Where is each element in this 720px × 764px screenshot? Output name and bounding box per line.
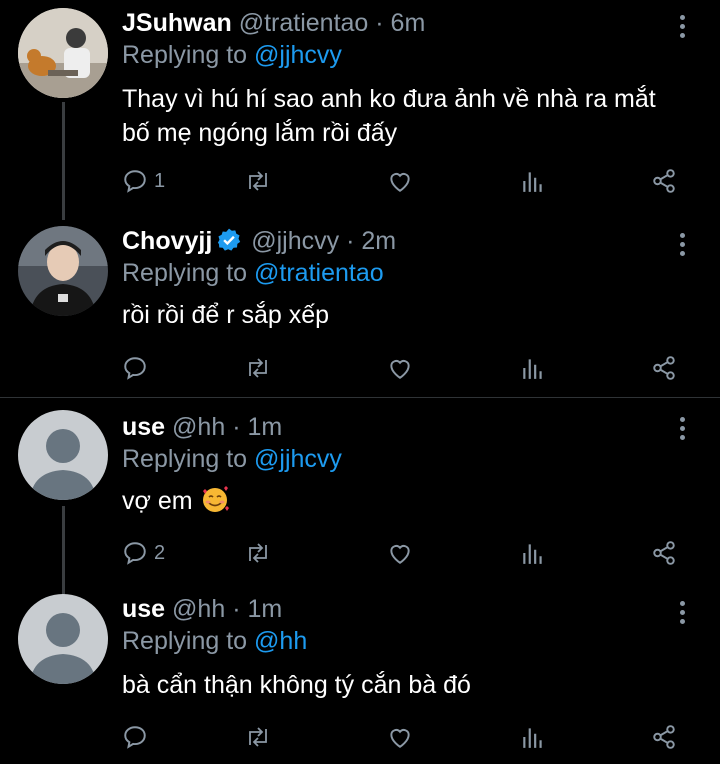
stats-button[interactable] bbox=[520, 164, 546, 198]
more-vertical-icon[interactable] bbox=[674, 230, 692, 260]
retweet-button[interactable] bbox=[244, 164, 272, 198]
stats-icon bbox=[523, 728, 542, 748]
reply-icon bbox=[124, 542, 146, 565]
retweet-button[interactable] bbox=[244, 536, 272, 570]
tweet-actions: 1 bbox=[122, 164, 682, 198]
stats-button[interactable] bbox=[520, 351, 546, 385]
replying-to: Replying to @hh bbox=[122, 627, 308, 655]
tweet[interactable]: Chovyjj @jjhcvy · 2m Replying to @tratie… bbox=[0, 218, 720, 396]
tweet-actions bbox=[122, 720, 682, 754]
heart-icon bbox=[390, 729, 410, 748]
timestamp[interactable]: · 2m bbox=[346, 227, 396, 255]
verified-badge-icon bbox=[218, 228, 241, 251]
display-name[interactable]: Chovyjj bbox=[122, 227, 212, 255]
tweet[interactable]: use @hh · 1m Replying to @jjhcvy vợ em 2 bbox=[0, 402, 720, 582]
tweet[interactable]: JSuhwan @tratientao · 6m Replying to @jj… bbox=[0, 0, 720, 210]
share-button[interactable] bbox=[650, 351, 678, 385]
share-icon bbox=[653, 725, 675, 749]
retweet-button[interactable] bbox=[244, 720, 272, 754]
retweet-icon bbox=[249, 727, 267, 747]
timestamp[interactable]: · 6m bbox=[375, 9, 425, 37]
tweet-text: rồi rồi để r sắp xếp bbox=[122, 301, 330, 329]
username[interactable]: @tratientao bbox=[239, 9, 369, 37]
reply-to-link[interactable]: @hh bbox=[254, 627, 307, 655]
tweet-actions bbox=[122, 351, 682, 385]
heart-icon bbox=[390, 360, 410, 379]
stats-icon bbox=[523, 359, 542, 379]
avatar[interactable] bbox=[18, 226, 108, 316]
reply-button[interactable]: 2 bbox=[122, 536, 165, 570]
username[interactable]: @jjhcvy bbox=[251, 227, 339, 255]
share-icon bbox=[653, 541, 675, 565]
reply-button[interactable]: 1 bbox=[122, 164, 165, 198]
username[interactable]: @hh bbox=[172, 595, 225, 623]
reply-icon bbox=[124, 357, 146, 380]
like-button[interactable] bbox=[386, 351, 414, 385]
more-vertical-icon[interactable] bbox=[674, 414, 692, 444]
retweet-icon bbox=[249, 358, 267, 378]
username[interactable]: @hh bbox=[172, 413, 225, 441]
display-name[interactable]: JSuhwan bbox=[122, 9, 232, 37]
avatar[interactable] bbox=[18, 594, 108, 684]
replying-to: Replying to @jjhcvy bbox=[122, 445, 342, 473]
share-icon bbox=[653, 169, 675, 193]
share-icon bbox=[653, 356, 675, 380]
reply-to-link[interactable]: @jjhcvy bbox=[254, 41, 342, 69]
tweet-text: vợ em bbox=[122, 484, 230, 518]
retweet-icon bbox=[249, 543, 267, 563]
like-button[interactable] bbox=[386, 720, 414, 754]
display-name[interactable]: use bbox=[122, 413, 165, 441]
reply-button[interactable] bbox=[122, 720, 154, 754]
replying-to: Replying to @jjhcvy bbox=[122, 41, 342, 69]
divider bbox=[0, 397, 720, 398]
stats-button[interactable] bbox=[520, 536, 546, 570]
like-button[interactable] bbox=[386, 164, 414, 198]
heart-icon bbox=[390, 173, 410, 192]
share-button[interactable] bbox=[650, 536, 678, 570]
tweet[interactable]: use @hh · 1m Replying to @hh bà cẩn thận… bbox=[0, 586, 720, 764]
reply-icon bbox=[124, 726, 146, 749]
avatar[interactable] bbox=[18, 410, 108, 500]
heart-icon bbox=[390, 545, 410, 564]
share-button[interactable] bbox=[650, 720, 678, 754]
stats-button[interactable] bbox=[520, 720, 546, 754]
replying-to: Replying to @tratientao bbox=[122, 259, 384, 287]
more-vertical-icon[interactable] bbox=[674, 12, 692, 42]
reply-to-link[interactable]: @jjhcvy bbox=[254, 445, 342, 473]
reply-icon bbox=[124, 170, 146, 193]
smiling-face-with-hearts-icon bbox=[202, 486, 229, 512]
tweet-header: JSuhwan @tratientao · 6m bbox=[122, 8, 425, 38]
reply-count: 2 bbox=[154, 541, 166, 564]
reply-button[interactable] bbox=[122, 351, 154, 385]
more-vertical-icon[interactable] bbox=[674, 598, 692, 628]
tweet-text: Thay vì hú hí sao anh ko đưa ảnh về nhà … bbox=[122, 85, 656, 147]
reply-count: 1 bbox=[154, 169, 166, 192]
share-button[interactable] bbox=[650, 164, 678, 198]
tweet-header: Chovyjj @jjhcvy · 2m bbox=[122, 226, 396, 256]
tweet-text: bà cẩn thận không tý cắn bà đó bbox=[122, 671, 471, 699]
stats-icon bbox=[523, 172, 542, 192]
stats-icon bbox=[523, 544, 542, 564]
timestamp[interactable]: · 1m bbox=[232, 413, 282, 441]
timestamp[interactable]: · 1m bbox=[232, 595, 282, 623]
tweet-header: use @hh · 1m bbox=[122, 412, 282, 442]
tweet-header: use @hh · 1m bbox=[122, 594, 282, 624]
display-name[interactable]: use bbox=[122, 595, 165, 623]
reply-to-link[interactable]: @tratientao bbox=[254, 259, 384, 287]
like-button[interactable] bbox=[386, 536, 414, 570]
avatar[interactable] bbox=[18, 8, 108, 98]
retweet-icon bbox=[249, 171, 267, 191]
retweet-button[interactable] bbox=[244, 351, 272, 385]
tweet-actions: 2 bbox=[122, 536, 682, 570]
